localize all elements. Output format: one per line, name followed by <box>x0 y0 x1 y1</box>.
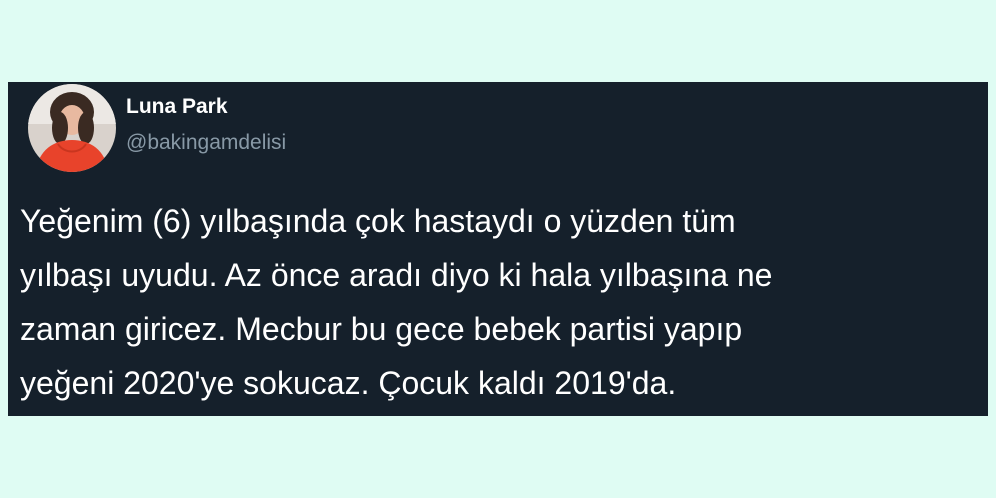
tweet-text-line: yılbaşı uyudu. Az önce aradı diyo ki hal… <box>20 257 773 293</box>
author-name[interactable]: Luna Park <box>126 94 228 120</box>
tweet-text-line: yeğeni 2020'ye sokucaz. Çocuk kaldı 2019… <box>20 365 677 401</box>
avatar[interactable] <box>28 84 116 172</box>
tweet-text: Yeğenim (6) yılbaşında çok hastaydı o yü… <box>20 194 982 410</box>
tweet-card: Luna Park @bakingamdelisi Yeğenim (6) yı… <box>8 82 988 416</box>
tweet-text-line: zaman giricez. Mecbur bu gece bebek part… <box>20 311 743 347</box>
avatar-photo <box>28 84 116 172</box>
author-handle[interactable]: @bakingamdelisi <box>126 130 286 156</box>
tweet-text-line: Yeğenim (6) yılbaşında çok hastaydı o yü… <box>20 203 736 239</box>
